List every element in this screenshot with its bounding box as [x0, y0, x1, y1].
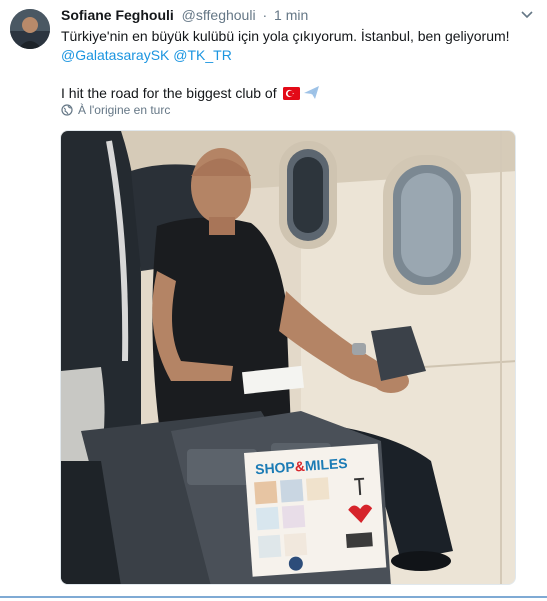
chevron-down-icon[interactable] [519, 8, 535, 20]
author-handle[interactable]: @sffeghouli [182, 7, 256, 23]
translate-link[interactable]: À l'origine en turc [61, 103, 170, 119]
translate-label: À l'origine en turc [78, 103, 171, 117]
tweet-line-english: I hit the road for the biggest club of [61, 85, 277, 101]
airplane-icon [303, 85, 320, 105]
tweet: Sofiane Feghouli @sffeghouli · 1 min Tür… [0, 0, 547, 601]
divider [0, 596, 547, 598]
separator-dot: · [262, 7, 268, 23]
tweet-line-turkish: Türkiye'nin en büyük kulübü için yola çı… [61, 28, 510, 44]
tweet-photo[interactable]: SHOP&MILES [60, 130, 516, 585]
author-name[interactable]: Sofiane Feghouli [61, 7, 174, 23]
tweet-text: Türkiye'nin en büyük kulübü için yola çı… [61, 27, 531, 105]
mention-galatasaray[interactable]: @GalatasaraySK [61, 47, 169, 63]
avatar[interactable] [10, 9, 50, 49]
mention-tk[interactable]: @TK_TR [173, 47, 232, 63]
globe-icon [61, 104, 73, 119]
turkey-flag-icon [282, 86, 300, 105]
tweet-header: Sofiane Feghouli @sffeghouli · 1 min [61, 7, 308, 27]
tweet-timestamp[interactable]: 1 min [274, 7, 308, 23]
